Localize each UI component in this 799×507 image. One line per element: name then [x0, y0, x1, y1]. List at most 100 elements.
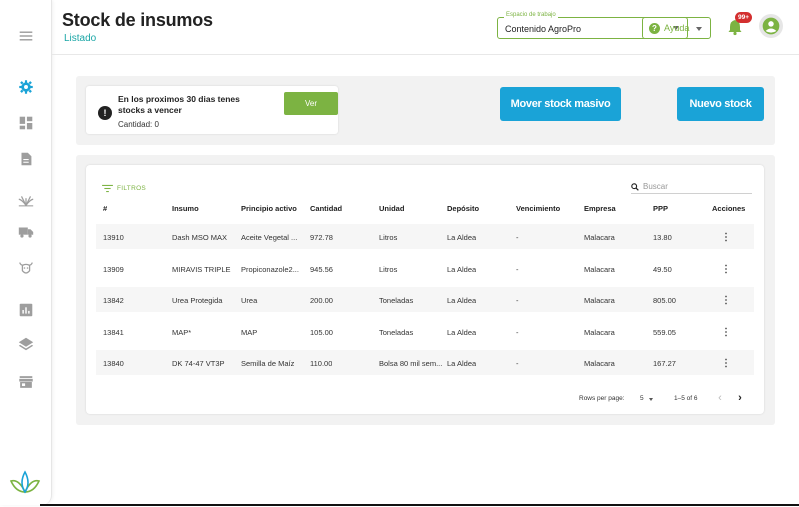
workspace-legend: Espacio de trabajo — [504, 12, 558, 18]
cell-vencimiento: - — [516, 328, 519, 337]
table-row[interactable]: 13909 MIRAVIS TRIPLE Propiconazole2... 9… — [96, 256, 754, 281]
more-actions-icon[interactable] — [723, 264, 729, 274]
cell-deposito: La Aldea — [447, 233, 477, 242]
cell-insumo: MAP* — [172, 328, 192, 337]
cell-empresa: Malacara — [584, 359, 615, 368]
cell-cantidad: 105.00 — [310, 328, 333, 337]
header-id: # — [103, 204, 108, 213]
cell-vencimiento: - — [516, 359, 519, 368]
user-icon — [762, 17, 780, 35]
info-icon: ! — [98, 106, 112, 120]
avatar[interactable] — [759, 14, 783, 38]
top-panel: ! En los proximos 30 dias tenes stocks a… — [76, 76, 775, 145]
more-actions-icon[interactable] — [723, 295, 729, 305]
header-empresa: Empresa — [584, 204, 616, 213]
layers-icon[interactable] — [16, 334, 36, 354]
cell-empresa: Malacara — [584, 265, 615, 274]
cell-id: 13840 — [103, 359, 124, 368]
cell-cantidad: 945.56 — [310, 265, 333, 274]
cell-deposito: La Aldea — [447, 296, 477, 305]
cell-id: 13842 — [103, 296, 124, 305]
ver-button[interactable]: Ver — [284, 92, 338, 115]
cell-empresa: Malacara — [584, 296, 615, 305]
crop-icon[interactable] — [16, 190, 36, 210]
header-cantidad: Cantidad — [310, 204, 343, 213]
header-deposito: Depósito — [447, 204, 480, 213]
mover-stock-masivo-button[interactable]: Mover stock masivo — [500, 87, 621, 121]
cattle-icon[interactable] — [16, 258, 36, 278]
header-principio-activo: Principio activo — [241, 204, 297, 213]
cell-cantidad: 972.78 — [310, 233, 333, 242]
next-page-icon[interactable]: › — [734, 392, 746, 404]
cell-vencimiento: - — [516, 296, 519, 305]
more-actions-icon[interactable] — [723, 232, 729, 242]
chevron-down-icon — [649, 398, 653, 401]
truck-icon[interactable] — [16, 222, 36, 242]
nuevo-stock-button[interactable]: Nuevo stock — [677, 87, 764, 121]
table-row[interactable]: 13841 MAP* MAP 105.00 Toneladas La Aldea… — [96, 319, 754, 344]
table-row[interactable]: 13840 DK 74-47 VT3P Semilla de Maíz 110.… — [96, 350, 754, 375]
cell-id: 13841 — [103, 328, 124, 337]
cell-cantidad: 110.00 — [310, 359, 333, 368]
document-icon[interactable] — [16, 149, 36, 169]
cell-id: 13910 — [103, 233, 124, 242]
cell-insumo: MIRAVIS TRIPLE — [172, 265, 231, 274]
previous-page-icon[interactable]: ‹ — [714, 392, 726, 404]
help-label: Ayuda — [664, 23, 690, 33]
filters-label: FILTROS — [117, 185, 147, 192]
cell-principio-activo: Urea — [241, 296, 258, 305]
cell-ppp: 49.50 — [653, 265, 672, 274]
cell-vencimiento: - — [516, 233, 519, 242]
header-ppp: PPP — [653, 204, 669, 213]
cell-cantidad: 200.00 — [310, 296, 333, 305]
workspace-value: Contenido AgroPro — [505, 24, 582, 34]
cell-principio-activo: MAP — [241, 328, 258, 337]
sidebar — [0, 0, 52, 505]
menu-icon[interactable] — [16, 26, 36, 46]
app-root: Stock de insumos Listado Espacio de trab… — [0, 0, 799, 507]
chevron-down-icon — [696, 27, 702, 31]
cell-principio-activo: Semilla de Maíz — [241, 359, 295, 368]
cell-principio-activo: Propiconazole2... — [241, 265, 299, 274]
gear-icon[interactable] — [16, 77, 36, 97]
cell-unidad: Toneladas — [379, 296, 414, 305]
filter-icon — [102, 184, 113, 193]
cell-deposito: La Aldea — [447, 265, 477, 274]
store-icon[interactable] — [16, 372, 36, 392]
filters-button[interactable]: FILTROS — [102, 184, 146, 193]
chart-icon[interactable] — [16, 300, 36, 320]
stock-table: FILTROS # Insumo Principio activo Cantid… — [86, 165, 764, 414]
cell-insumo: Urea Protegida — [172, 296, 223, 305]
cell-unidad: Toneladas — [379, 328, 414, 337]
table-row[interactable]: 13842 Urea Protegida Urea 200.00 Tonelad… — [96, 287, 754, 312]
rows-per-page-label: Rows per page: — [579, 395, 625, 402]
search-icon — [631, 182, 639, 191]
rows-per-page-select[interactable]: 5 — [640, 395, 644, 402]
table-panel: FILTROS # Insumo Principio activo Cantid… — [76, 155, 775, 425]
cell-ppp: 559.05 — [653, 328, 676, 337]
more-actions-icon[interactable] — [723, 327, 729, 337]
header-insumo: Insumo — [172, 204, 199, 213]
cell-empresa: Malacara — [584, 233, 615, 242]
cell-id: 13909 — [103, 265, 124, 274]
cell-deposito: La Aldea — [447, 359, 477, 368]
help-button[interactable]: ? Ayuda — [642, 17, 711, 39]
expiry-alert-card: ! En los proximos 30 dias tenes stocks a… — [86, 86, 338, 134]
search-input[interactable] — [643, 182, 743, 191]
divider — [40, 504, 799, 506]
cell-insumo: DK 74-47 VT3P — [172, 359, 225, 368]
table-row[interactable]: 13910 Dash MSO MAX Aceite Vegetal ... 97… — [96, 224, 754, 249]
header-vencimiento: Vencimiento — [516, 204, 561, 213]
cell-insumo: Dash MSO MAX — [172, 233, 228, 242]
header-unidad: Unidad — [379, 204, 405, 213]
cell-deposito: La Aldea — [447, 328, 477, 337]
dashboard-icon[interactable] — [16, 113, 36, 133]
more-actions-icon[interactable] — [723, 358, 729, 368]
alert-text: En los proximos 30 dias tenes stocks a v… — [118, 94, 240, 115]
logo-icon — [6, 468, 44, 494]
header: Stock de insumos Listado Espacio de trab… — [52, 0, 799, 55]
cell-unidad: Litros — [379, 233, 398, 242]
breadcrumb-listado[interactable]: Listado — [64, 33, 96, 44]
page-title: Stock de insumos — [62, 10, 213, 30]
header-acciones: Acciones — [712, 204, 746, 213]
